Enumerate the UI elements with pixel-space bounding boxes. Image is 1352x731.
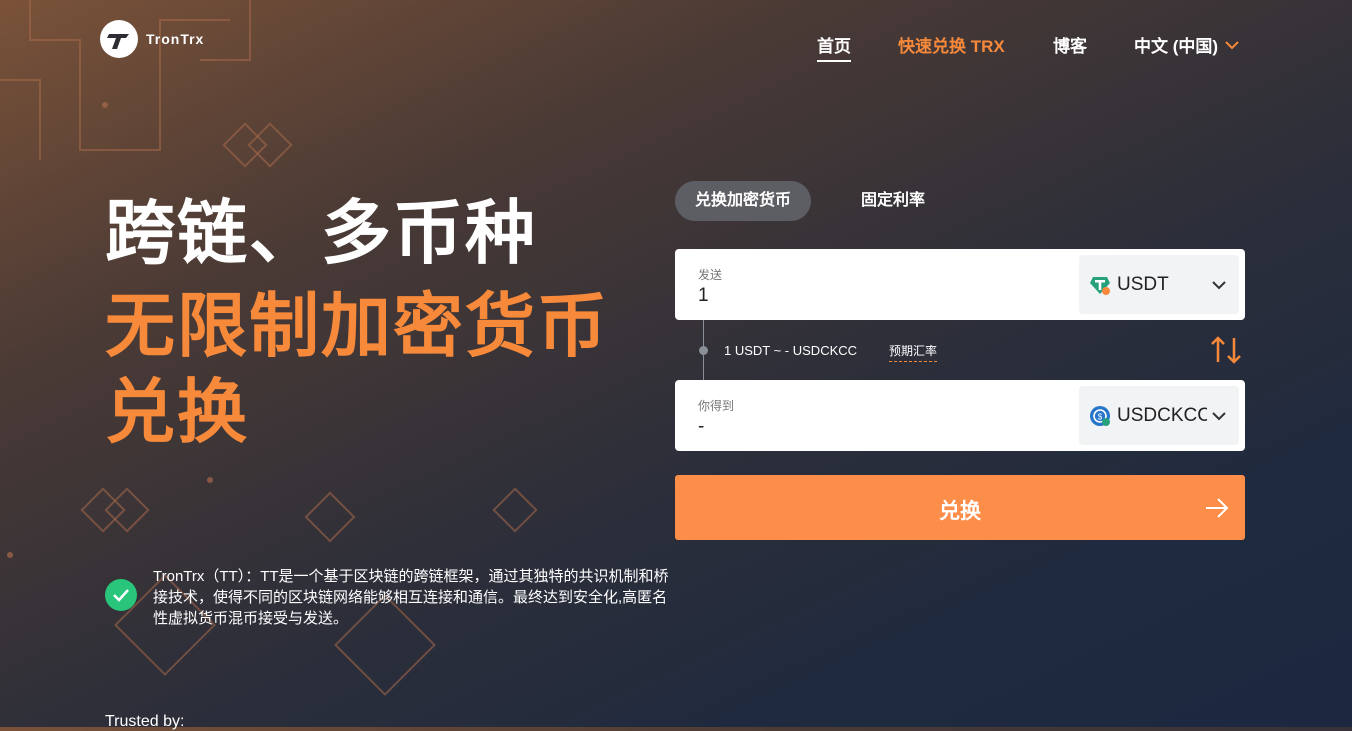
language-label: 中文 (中国) [1134, 37, 1219, 56]
tether-icon [1090, 276, 1110, 295]
exchange-rate-text: 1 USDT ~ - USDCKCC [724, 343, 858, 358]
nav-quick-swap[interactable]: 快速兑换 TRX [898, 32, 1005, 57]
chevron-down-icon [1212, 280, 1226, 289]
send-coin-name: USDT [1117, 273, 1169, 295]
language-selector[interactable]: 中文 (中国) [1134, 32, 1240, 57]
hero-title-line-3: 兑换 [105, 373, 249, 451]
nav-blog[interactable]: 博客 [1053, 32, 1087, 57]
exchange-button-label: 兑换 [939, 500, 981, 523]
receive-coin-name: USDCKCC [1117, 404, 1207, 426]
expected-rate-link[interactable]: 预期汇率 [889, 342, 938, 362]
tab-exchange-crypto[interactable]: 兑换加密货币 [675, 181, 812, 221]
check-icon [105, 579, 137, 611]
tab-fixed-rate[interactable]: 固定利率 [841, 181, 945, 221]
exchange-tabs: 兑换加密货币 固定利率 [675, 181, 945, 221]
send-field: 发送 USDT [675, 249, 1245, 320]
main-nav: 首页 快速兑换 TRX 博客 中文 (中国) [0, 32, 1352, 62]
usdc-icon: $ [1090, 405, 1110, 426]
send-coin-selector[interactable]: USDT [1079, 255, 1239, 314]
rate-dot [699, 346, 708, 355]
receive-coin-selector[interactable]: $ USDCKCC [1079, 386, 1239, 445]
hero-title-line-1: 跨链、多币种 [105, 194, 537, 272]
chevron-down-icon [1212, 411, 1226, 420]
send-amount-input[interactable] [698, 285, 1058, 307]
svg-text:$: $ [1098, 412, 1103, 421]
exchange-button[interactable]: 兑换 [675, 475, 1245, 540]
receive-field: 你得到 $ USDCKCC [675, 380, 1245, 451]
send-label: 发送 [698, 268, 723, 282]
hero-title-line-2: 无限制加密货币 [105, 287, 609, 365]
trusted-by-label: Trusted by: [105, 713, 185, 730]
receive-amount-input[interactable] [698, 416, 1058, 438]
hero-description: TronTrx（TT）：TT是一个基于区块链的跨链框架，通过其独特的共识机制和桥… [153, 568, 669, 627]
chevron-down-icon [1225, 40, 1239, 49]
arrow-right-icon [1206, 498, 1229, 518]
nav-home[interactable]: 首页 [817, 32, 851, 62]
receive-label: 你得到 [698, 399, 735, 413]
swap-direction-icon[interactable] [1210, 335, 1242, 365]
